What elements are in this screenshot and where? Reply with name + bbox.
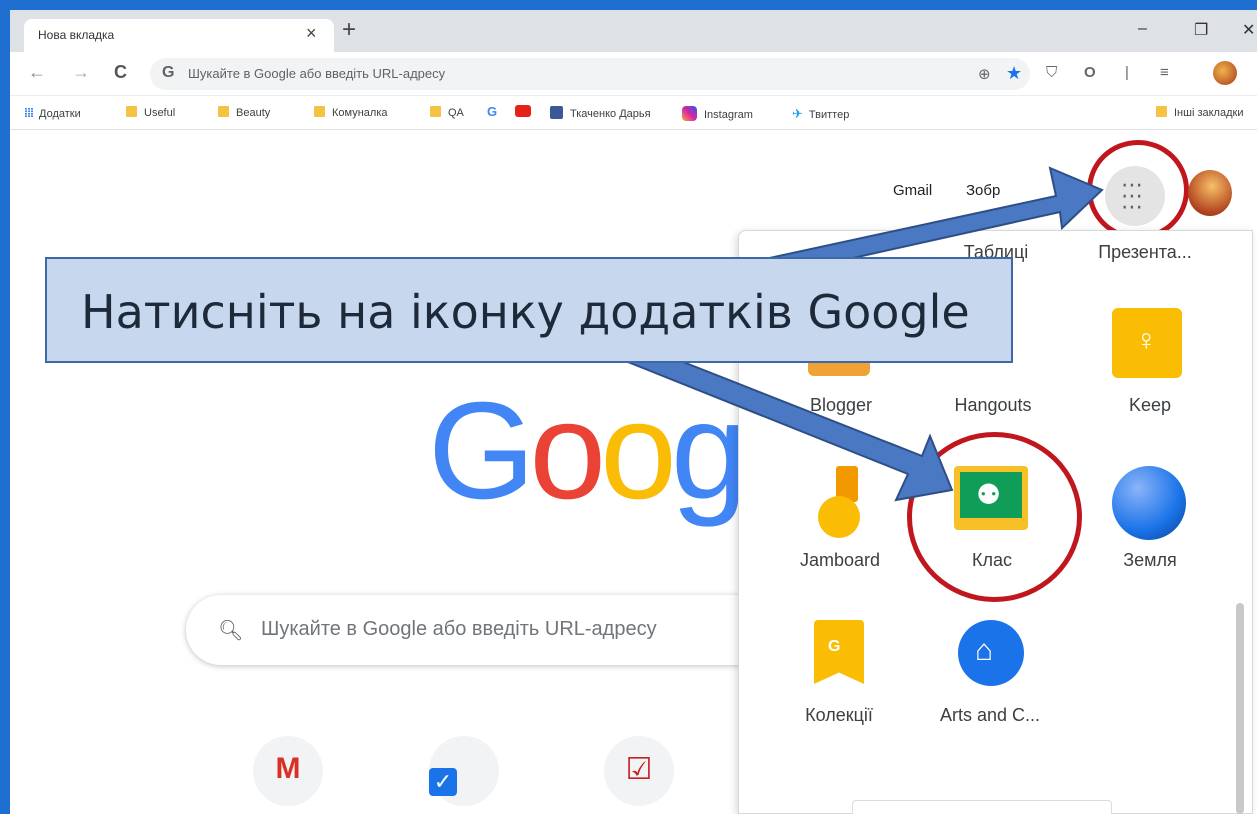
instruction-callout: Натисніть на іконку додатків Google [45, 257, 1013, 363]
callout-text: Натисніть на іконку додатків Google [81, 285, 970, 339]
instruction-arrows [626, 166, 1104, 502]
arrow-to-classroom [626, 343, 954, 502]
